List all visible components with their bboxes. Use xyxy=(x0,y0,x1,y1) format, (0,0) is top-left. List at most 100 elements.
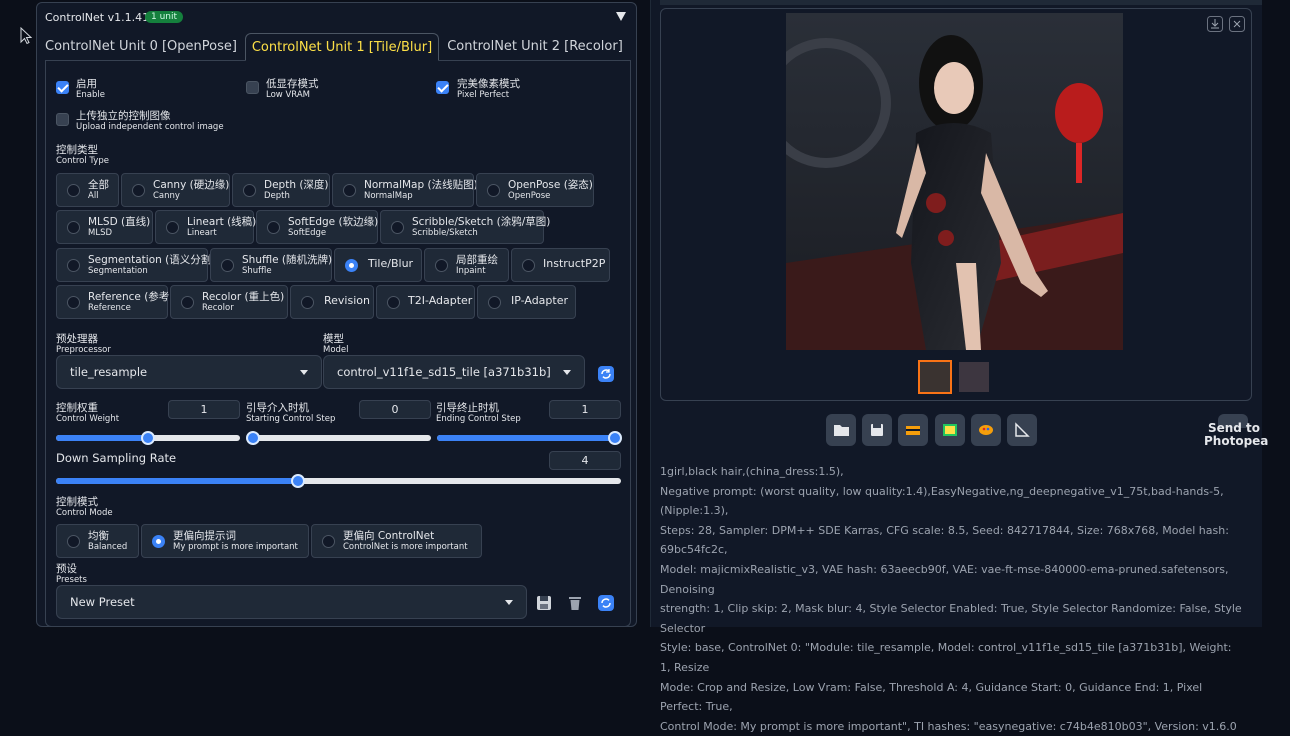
control-mode-prompt[interactable]: 更偏向提示词 My prompt is more important xyxy=(141,524,309,558)
control-weight-input[interactable]: 1 xyxy=(168,400,240,419)
enable-checkbox[interactable] xyxy=(56,81,69,94)
control-type-canny[interactable]: Canny (硬边缘) Canny xyxy=(121,173,230,207)
open-folder-button[interactable] xyxy=(826,414,856,446)
radio-dot[interactable] xyxy=(487,184,500,197)
control-type-segmentation[interactable]: Segmentation (语义分割) Segmentation xyxy=(56,248,215,282)
tab-unit-0[interactable]: ControlNet Unit 0 [OpenPose] xyxy=(45,33,237,61)
save-preset-icon[interactable] xyxy=(535,594,553,612)
ending-step-slider[interactable] xyxy=(437,431,622,445)
slider-handle[interactable] xyxy=(246,431,260,445)
control-type-all[interactable]: 全部 All xyxy=(56,173,119,207)
control-type-shuffle[interactable]: Shuffle (随机洗牌) Shuffle xyxy=(210,248,332,282)
delete-preset-icon[interactable] xyxy=(566,594,584,612)
control-type-softedge[interactable]: SoftEdge (软边缘) SoftEdge xyxy=(256,210,378,244)
option-zh: Canny (硬边缘) xyxy=(153,179,230,191)
slider-handle[interactable] xyxy=(608,431,622,445)
generation-info: 1girl,black hair,(china_dress:1.5), Nega… xyxy=(660,462,1245,736)
tab-unit-2[interactable]: ControlNet Unit 2 [Recolor] xyxy=(445,33,625,61)
collapse-triangle-icon[interactable] xyxy=(616,12,626,21)
send-to-photopea-button[interactable]: Send to Photopea xyxy=(1204,422,1268,448)
send-to-extras-button[interactable] xyxy=(1007,414,1037,446)
radio-dot[interactable] xyxy=(387,296,400,309)
control-mode-balanced[interactable]: 均衡 Balanced xyxy=(56,524,139,558)
ruler-triangle-icon xyxy=(1015,422,1030,437)
pixel-perfect-label-en: Pixel Perfect xyxy=(457,90,510,100)
radio-dot-selected[interactable] xyxy=(345,259,358,272)
radio-dot[interactable] xyxy=(166,221,179,234)
ending-step-input[interactable]: 1 xyxy=(549,400,621,419)
option-en: All xyxy=(88,191,99,201)
unit-1-body: 启用 Enable 低显存模式 Low VRAM 完美像素模式 Pixel Pe… xyxy=(45,61,631,627)
radio-dot[interactable] xyxy=(67,221,80,234)
preprocessor-dropdown[interactable]: tile_resample xyxy=(56,355,322,389)
refresh-presets-icon[interactable] xyxy=(597,594,615,612)
control-type-scribble[interactable]: Scribble/Sketch (涂鸦/草图) Scribble/Sketch xyxy=(380,210,550,244)
model-label-zh: 模型 xyxy=(323,333,344,345)
radio-dot[interactable] xyxy=(267,221,280,234)
tab-unit-1[interactable]: ControlNet Unit 1 [Tile/Blur] xyxy=(245,33,439,61)
control-type-depth[interactable]: Depth (深度) Depth xyxy=(232,173,330,207)
presets-dropdown[interactable]: New Preset xyxy=(56,585,527,619)
radio-dot[interactable] xyxy=(322,535,335,548)
radio-dot[interactable] xyxy=(488,296,501,309)
chevron-down-icon xyxy=(300,370,308,375)
generated-image[interactable] xyxy=(786,13,1123,350)
control-type-normalmap[interactable]: NormalMap (法线贴图) NormalMap xyxy=(332,173,478,207)
send-to-inpaint-button[interactable] xyxy=(971,414,1001,446)
radio-dot[interactable] xyxy=(522,259,535,272)
close-icon[interactable] xyxy=(1229,16,1245,32)
radio-dot[interactable] xyxy=(67,259,80,272)
radio-dot[interactable] xyxy=(221,259,234,272)
option-en: SoftEdge xyxy=(288,228,327,238)
starting-step-input[interactable]: 0 xyxy=(359,400,431,419)
enable-label-en: Enable xyxy=(76,90,105,100)
option-en: Segmentation xyxy=(88,266,148,276)
radio-dot[interactable] xyxy=(301,296,314,309)
control-type-reference[interactable]: Reference (参考) Reference xyxy=(56,285,173,319)
thumbnail-2[interactable] xyxy=(959,362,989,392)
starting-step-slider[interactable] xyxy=(246,431,431,445)
control-type-t2i-adapter[interactable]: T2I-Adapter xyxy=(376,285,475,319)
control-type-instructp2p[interactable]: InstructP2P xyxy=(511,248,610,282)
palette-icon xyxy=(979,425,993,435)
control-type-tile-blur[interactable]: Tile/Blur xyxy=(334,248,422,282)
control-type-ip-adapter[interactable]: IP-Adapter xyxy=(477,285,576,319)
radio-dot[interactable] xyxy=(343,184,356,197)
radio-dot[interactable] xyxy=(435,259,448,272)
low-vram-checkbox[interactable] xyxy=(246,81,259,94)
slider-handle[interactable] xyxy=(291,474,306,488)
refresh-models-icon[interactable] xyxy=(597,365,615,383)
send-to-img2img-button[interactable] xyxy=(935,414,965,446)
radio-dot[interactable] xyxy=(67,296,80,309)
radio-dot[interactable] xyxy=(67,184,80,197)
radio-dot[interactable] xyxy=(132,184,145,197)
save-image-button[interactable] xyxy=(862,414,892,446)
control-type-revision[interactable]: Revision xyxy=(290,285,374,319)
download-icon[interactable] xyxy=(1207,16,1223,32)
control-type-lineart[interactable]: Lineart (线稿) Lineart xyxy=(155,210,256,244)
unit-tabs: ControlNet Unit 0 [OpenPose] ControlNet … xyxy=(45,33,631,61)
preprocessor-label: 预处理器 Preprocessor xyxy=(56,333,111,355)
radio-dot[interactable] xyxy=(391,221,404,234)
model-dropdown[interactable]: control_v11f1e_sd15_tile [a371b31b] xyxy=(323,355,585,389)
preprocessor-value: tile_resample xyxy=(70,365,148,379)
slider-handle[interactable] xyxy=(141,431,155,445)
control-type-recolor[interactable]: Recolor (重上色) Recolor xyxy=(170,285,288,319)
control-weight-slider[interactable] xyxy=(56,431,240,445)
down-sampling-slider[interactable] xyxy=(56,474,621,488)
radio-dot[interactable] xyxy=(243,184,256,197)
zip-button[interactable] xyxy=(898,414,928,446)
control-type-openpose[interactable]: OpenPose (姿态) OpenPose xyxy=(476,173,594,207)
control-type-inpaint[interactable]: 局部重绘 Inpaint xyxy=(424,248,509,282)
radio-dot[interactable] xyxy=(67,535,80,548)
radio-dot-selected[interactable] xyxy=(152,535,165,548)
pixel-perfect-checkbox[interactable] xyxy=(436,81,449,94)
thumbnail-1[interactable] xyxy=(918,360,952,394)
upload-independent-checkbox[interactable] xyxy=(56,113,69,126)
control-type-mlsd[interactable]: MLSD (直线) MLSD xyxy=(56,210,153,244)
option-en: NormalMap xyxy=(364,191,413,201)
down-sampling-input[interactable]: 4 xyxy=(549,451,621,470)
control-mode-controlnet[interactable]: 更偏向 ControlNet ControlNet is more importa… xyxy=(311,524,482,558)
radio-dot[interactable] xyxy=(181,296,194,309)
zip-icon xyxy=(906,426,920,435)
